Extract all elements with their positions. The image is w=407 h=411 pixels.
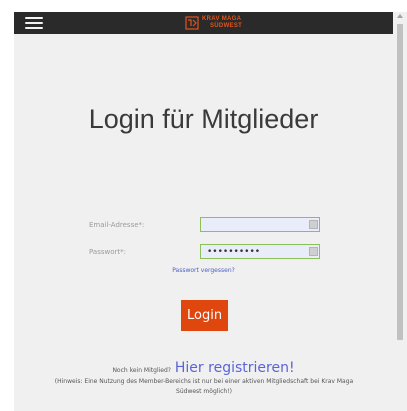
membership-note: (Hinweis: Eine Nutzung des Member-Bereic…	[54, 378, 354, 395]
browser-viewport: KRAV MAGA SÜDWEST Login für Mitglieder E…	[14, 12, 393, 411]
login-button[interactable]: Login	[181, 300, 228, 331]
logo-line-1: KRAV MAGA	[202, 16, 242, 22]
hamburger-icon[interactable]	[25, 16, 43, 30]
logo-line-2: SÜDWEST	[210, 23, 243, 29]
register-prompt: Noch kein Mitglied? Hier registrieren!	[14, 360, 393, 376]
forgot-password-link[interactable]: Passwort vergessen?	[14, 267, 393, 274]
page-title: Login für Mitglieder	[88, 104, 319, 134]
logo-text: KRAV MAGA SÜDWEST	[202, 16, 242, 30]
email-field[interactable]	[200, 217, 320, 232]
email-label: Email-Adresse*:	[89, 221, 145, 229]
no-member-text: Noch kein Mitglied?	[112, 367, 171, 374]
site-logo[interactable]: KRAV MAGA SÜDWEST	[185, 14, 242, 32]
register-link[interactable]: Hier registrieren!	[175, 360, 295, 376]
password-field[interactable]	[200, 244, 320, 259]
autofill-key-icon[interactable]	[309, 220, 318, 229]
scrollbar-thumb[interactable]	[397, 24, 403, 340]
autofill-key-icon[interactable]	[309, 247, 318, 256]
top-navigation-bar: KRAV MAGA SÜDWEST	[14, 12, 393, 34]
scroll-up-icon[interactable]	[397, 14, 403, 18]
krav-maga-logo-icon	[185, 16, 199, 30]
vertical-scrollbar[interactable]	[393, 12, 407, 411]
password-label: Passwort*:	[89, 248, 126, 256]
